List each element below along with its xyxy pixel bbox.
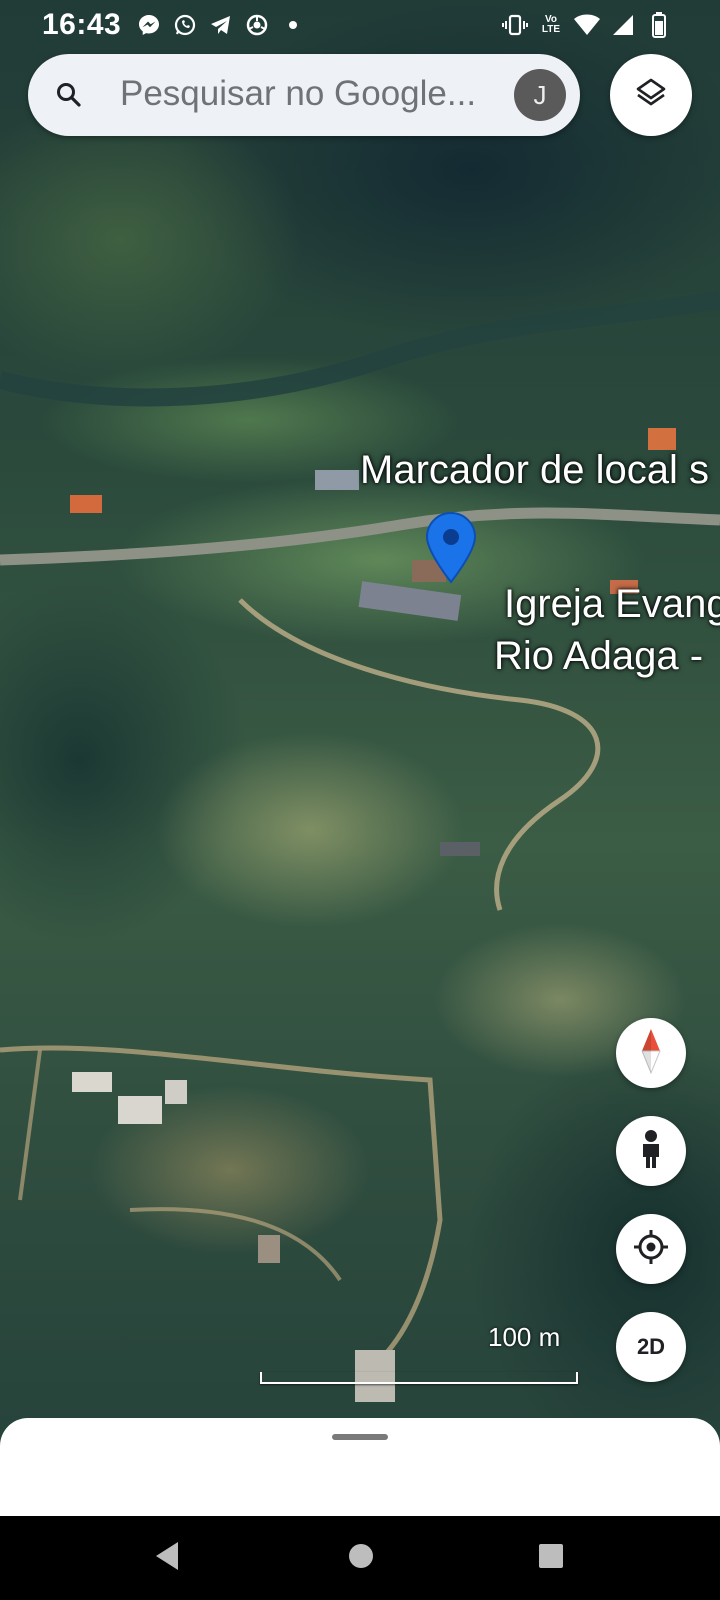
- my-location-button[interactable]: [616, 1214, 686, 1284]
- home-icon[interactable]: [346, 1540, 376, 1577]
- volte-icon: Vo LTE: [541, 14, 561, 35]
- my-location-icon: [631, 1227, 671, 1272]
- avatar[interactable]: J: [514, 69, 566, 121]
- layers-icon: [634, 76, 668, 115]
- pegman-icon: [638, 1129, 664, 1174]
- compass-button[interactable]: [616, 1018, 686, 1088]
- notification-icons: [136, 12, 306, 38]
- whatsapp-icon: [172, 12, 198, 38]
- compass-icon: [639, 1027, 663, 1080]
- dot-icon: [280, 12, 306, 38]
- map-features: [0, 291, 720, 1402]
- search-input[interactable]: Pesquisar no Google...: [120, 74, 476, 114]
- place-label-line1[interactable]: Igreja Evang: [504, 582, 720, 627]
- scale-bar: [260, 1372, 578, 1384]
- sheet-drag-handle[interactable]: [332, 1434, 388, 1440]
- place-label-line2[interactable]: Rio Adaga -: [494, 634, 703, 679]
- telegram-icon: [208, 12, 234, 38]
- chrome-icon: [244, 12, 270, 38]
- battery-icon: [646, 12, 672, 38]
- signal-icon: [610, 12, 636, 38]
- messenger-icon: [136, 12, 162, 38]
- vibrate-icon: [502, 12, 528, 38]
- navigation-bar: [0, 1516, 720, 1600]
- layers-button[interactable]: [610, 54, 692, 136]
- status-time: 16:43: [42, 8, 122, 41]
- marker-label[interactable]: Marcador de local s: [360, 448, 709, 493]
- search-icon: [54, 80, 84, 110]
- view-mode-toggle[interactable]: 2D: [616, 1312, 686, 1382]
- back-icon[interactable]: [152, 1540, 182, 1577]
- wifi-icon: [574, 12, 600, 38]
- scale-label: 100 m: [488, 1322, 561, 1352]
- satellite-map[interactable]: [0, 0, 720, 1530]
- status-bar: 16:43 Vo LTE: [0, 0, 720, 52]
- location-pin[interactable]: [424, 512, 478, 584]
- system-icons: Vo LTE: [502, 12, 672, 38]
- street-view-button[interactable]: [616, 1116, 686, 1186]
- recents-icon[interactable]: [536, 1540, 566, 1577]
- search-bar[interactable]: Pesquisar no Google... J: [28, 54, 580, 136]
